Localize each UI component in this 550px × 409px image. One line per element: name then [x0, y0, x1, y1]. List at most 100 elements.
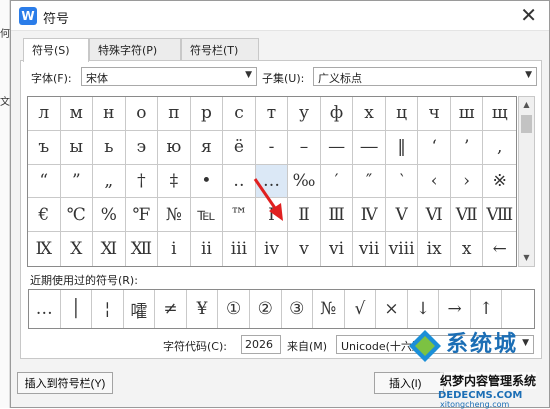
- symbol-cell[interactable]: Ⅷ: [483, 198, 516, 233]
- symbol-cell[interactable]: •: [190, 164, 224, 199]
- recent-symbol-cell[interactable]: √: [345, 290, 377, 328]
- symbol-cell[interactable]: €: [28, 198, 61, 233]
- symbol-cell[interactable]: ‹: [418, 164, 451, 199]
- symbol-cell[interactable]: Ⅲ: [320, 198, 354, 233]
- symbol-cell[interactable]: п: [158, 97, 191, 131]
- symbol-cell[interactable]: ы: [60, 130, 94, 165]
- symbol-cell[interactable]: ч: [418, 97, 451, 131]
- symbol-cell[interactable]: ―: [353, 130, 386, 165]
- symbol-cell[interactable]: ‘: [418, 130, 451, 165]
- symbol-cell[interactable]: ш: [450, 97, 484, 131]
- symbol-cell[interactable]: ⅷ: [386, 232, 419, 266]
- tab-symbol-bar[interactable]: 符号栏(T): [181, 38, 259, 60]
- recent-symbol-cell[interactable]: ①: [218, 290, 250, 328]
- symbol-cell[interactable]: ф: [320, 97, 354, 131]
- symbol-cell[interactable]: Ⅸ: [28, 232, 61, 266]
- recent-symbol-cell[interactable]: │: [61, 290, 93, 328]
- recent-symbol-cell[interactable]: ×: [376, 290, 408, 328]
- symbol-cell[interactable]: э: [125, 130, 159, 165]
- font-select[interactable]: 宋体 ▼: [81, 67, 257, 86]
- symbol-cell[interactable]: Ⅰ: [255, 198, 289, 233]
- symbol-cell[interactable]: Ⅴ: [385, 198, 419, 233]
- scrollbar-thumb[interactable]: [521, 115, 532, 133]
- symbol-cell[interactable]: „: [93, 164, 126, 199]
- symbol-cell[interactable]: с: [223, 97, 256, 131]
- symbol-cell[interactable]: ℡: [190, 198, 224, 233]
- recent-symbol-cell[interactable]: ≠: [155, 290, 187, 328]
- symbol-cell[interactable]: ⅴ: [288, 232, 321, 266]
- symbol-cell[interactable]: ‵: [385, 164, 419, 199]
- symbol-cell[interactable]: Ⅶ: [450, 198, 484, 233]
- symbol-cell[interactable]: ,: [483, 131, 516, 165]
- symbol-cell[interactable]: ⅰ: [158, 232, 191, 266]
- symbol-cell[interactable]: л: [28, 97, 61, 131]
- recent-symbol-cell[interactable]: ¥: [187, 290, 219, 328]
- symbol-cell[interactable]: Ⅹ: [61, 232, 94, 266]
- recent-symbol-cell[interactable]: №: [313, 290, 345, 328]
- char-code-input[interactable]: 2026: [241, 335, 281, 354]
- symbol-cell[interactable]: х: [353, 97, 386, 131]
- symbol-cell[interactable]: ′: [320, 164, 354, 199]
- symbol-cell[interactable]: у: [288, 97, 321, 131]
- symbol-cell[interactable]: ←: [483, 232, 516, 266]
- recent-symbol-cell[interactable]: ↑: [471, 290, 503, 328]
- symbol-cell[interactable]: н: [93, 97, 126, 131]
- symbol-cell[interactable]: ℃: [60, 198, 94, 233]
- scroll-down-icon[interactable]: ▼: [519, 250, 534, 266]
- tab-special-characters[interactable]: 特殊字符(P): [89, 38, 181, 60]
- symbol-cell[interactable]: ℉: [125, 198, 159, 233]
- symbol-cell[interactable]: ⅱ: [191, 232, 224, 266]
- insert-to-symbol-bar-button[interactable]: 插入到符号栏(Y): [17, 372, 113, 394]
- symbol-cell[interactable]: ‖: [385, 130, 419, 165]
- symbol-cell[interactable]: ⅶ: [353, 232, 386, 266]
- symbol-cell[interactable]: ⅳ: [256, 232, 289, 266]
- symbol-cell[interactable]: Ⅳ: [353, 198, 386, 233]
- symbol-cell[interactable]: ″: [353, 164, 386, 199]
- symbol-cell[interactable]: ›: [450, 164, 484, 199]
- symbol-cell[interactable]: ”: [60, 164, 94, 199]
- symbol-cell[interactable]: р: [190, 97, 224, 131]
- encoding-select[interactable]: Unicode(十六进制) ▼: [336, 335, 534, 354]
- symbol-cell[interactable]: ™: [223, 198, 256, 233]
- symbol-cell[interactable]: ь: [93, 130, 126, 165]
- subset-select[interactable]: 广义标点 ▼: [313, 67, 537, 86]
- symbol-cell[interactable]: —: [320, 130, 354, 165]
- recent-symbol-cell[interactable]: [502, 290, 534, 328]
- symbol-cell[interactable]: ‐: [255, 130, 289, 165]
- close-icon[interactable]: ✕: [520, 3, 537, 27]
- symbol-cell[interactable]: –: [288, 130, 321, 165]
- symbol-cell[interactable]: ъ: [28, 130, 61, 165]
- tab-symbols[interactable]: 符号(S): [23, 38, 89, 62]
- symbol-cell[interactable]: ц: [385, 97, 419, 131]
- recent-symbol-cell[interactable]: 嚯: [124, 290, 156, 328]
- symbol-cell[interactable]: ⅲ: [223, 232, 256, 266]
- recent-symbol-cell[interactable]: ③: [282, 290, 314, 328]
- symbol-cell[interactable]: †: [125, 164, 159, 199]
- symbol-cell[interactable]: ’: [450, 130, 484, 165]
- symbol-cell[interactable]: Ⅺ: [93, 232, 126, 266]
- symbol-cell[interactable]: ‥: [223, 164, 256, 199]
- insert-button[interactable]: 插入(I): [374, 372, 444, 394]
- symbol-cell[interactable]: Ⅵ: [418, 198, 451, 233]
- symbol-cell[interactable]: …: [255, 164, 289, 199]
- recent-symbol-cell[interactable]: …: [29, 290, 61, 328]
- symbol-cell[interactable]: ⅹ: [451, 232, 484, 266]
- symbol-cell[interactable]: ‡: [158, 164, 191, 199]
- recent-symbol-cell[interactable]: ¦: [92, 290, 124, 328]
- recent-symbol-cell[interactable]: ↓: [408, 290, 440, 328]
- recent-symbol-cell[interactable]: ②: [250, 290, 282, 328]
- symbol-cell[interactable]: Ⅻ: [126, 232, 159, 266]
- symbol-cell[interactable]: я: [190, 130, 224, 165]
- recent-symbol-cell[interactable]: →: [439, 290, 471, 328]
- symbol-cell[interactable]: щ: [483, 97, 516, 131]
- symbol-cell[interactable]: ё: [223, 130, 256, 165]
- symbol-cell[interactable]: №: [158, 198, 191, 233]
- symbol-cell[interactable]: %: [93, 198, 126, 233]
- symbol-cell[interactable]: “: [28, 164, 61, 199]
- symbol-cell[interactable]: ‰: [288, 164, 321, 199]
- symbol-cell[interactable]: ※: [483, 165, 516, 199]
- symbol-cell[interactable]: ⅸ: [418, 232, 451, 266]
- symbol-cell[interactable]: ⅵ: [321, 232, 354, 266]
- symbol-grid-scrollbar[interactable]: ▲ ▼: [518, 96, 535, 267]
- symbol-cell[interactable]: м: [60, 97, 94, 131]
